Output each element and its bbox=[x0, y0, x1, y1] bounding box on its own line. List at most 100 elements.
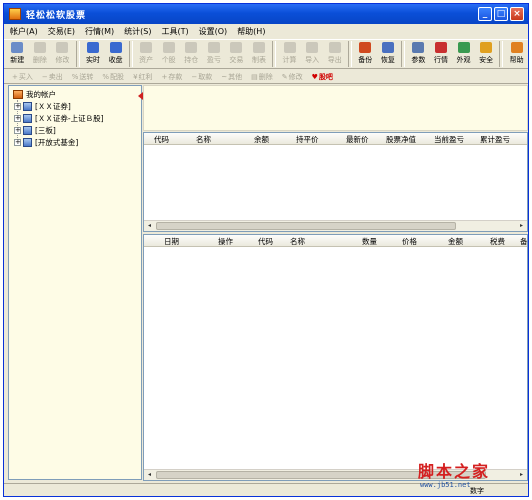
action-button-7[interactable]: ~其他 bbox=[221, 72, 242, 82]
action-button-1[interactable]: −卖出 bbox=[42, 72, 63, 82]
col-date[interactable]: 日期 bbox=[164, 236, 179, 247]
col-amount[interactable]: 金额 bbox=[448, 236, 463, 247]
toolbar-button-13[interactable]: 导出 bbox=[323, 40, 346, 68]
scroll-thumb[interactable] bbox=[156, 222, 456, 230]
tree-item-open-fund[interactable]: + [开放式基金] bbox=[14, 137, 78, 148]
toolbar-button-label: 制表 bbox=[252, 56, 266, 64]
scroll-right-icon[interactable]: ▸ bbox=[516, 221, 527, 231]
minimize-button[interactable]: _ bbox=[478, 7, 492, 21]
toolbar-button-15[interactable]: 恢复 bbox=[377, 40, 400, 68]
main-window: 轻松松软股票 _ □ × 帐户(A) 交易(E) 行情(M) 统计(S) 工具(… bbox=[3, 3, 529, 497]
holdings-hscrollbar[interactable]: ◂ ▸ bbox=[144, 220, 527, 231]
expand-icon[interactable]: + bbox=[14, 115, 21, 122]
toolbar-button-16[interactable]: 参数 bbox=[407, 40, 430, 68]
toolbar-button-10[interactable]: 制表 bbox=[248, 40, 271, 68]
trades-table[interactable]: 日期 操作 代码 名称 数量 价格 金额 税费 备 ◂ ▸ bbox=[143, 234, 528, 481]
col-operation[interactable]: 操作 bbox=[218, 236, 233, 247]
col-name[interactable]: 名称 bbox=[290, 236, 305, 247]
action-button-4[interactable]: ¥红利 bbox=[133, 72, 152, 82]
action-button-label: 配股 bbox=[110, 72, 125, 81]
col-name[interactable]: 名称 bbox=[196, 134, 211, 145]
tree-item-third-board[interactable]: + [三板] bbox=[14, 125, 56, 136]
toolbar-button-label: 收盘 bbox=[108, 56, 123, 64]
maximize-button[interactable]: □ bbox=[494, 7, 508, 21]
col-current-pl[interactable]: 当前盈亏 bbox=[434, 134, 464, 145]
col-price[interactable]: 价格 bbox=[402, 236, 417, 247]
action-button-9[interactable]: ✎修改 bbox=[282, 72, 303, 82]
action-glyph-icon: − bbox=[191, 72, 198, 81]
toolbar-button-5[interactable]: 资产 bbox=[135, 40, 158, 68]
col-latest-price[interactable]: 最新价 bbox=[346, 134, 369, 145]
col-note[interactable]: 备 bbox=[520, 236, 528, 247]
menu-account[interactable]: 帐户(A) bbox=[10, 26, 38, 37]
action-button-2[interactable]: %送转 bbox=[72, 72, 94, 82]
toolbar-button-9[interactable]: 交易 bbox=[225, 40, 248, 68]
toolbar-button-20[interactable]: 帮助 bbox=[505, 40, 528, 68]
menu-quotes[interactable]: 行情(M) bbox=[85, 26, 114, 37]
toolbar-button-1[interactable]: 删除 bbox=[29, 40, 52, 68]
toolbar-button-4[interactable]: 收盘 bbox=[104, 40, 127, 68]
toolbar-button-14[interactable]: 备份 bbox=[354, 40, 377, 68]
expand-icon[interactable]: + bbox=[14, 127, 21, 134]
menu-settings[interactable]: 设置(O) bbox=[199, 26, 228, 37]
toolbar-button-19[interactable]: 安全 bbox=[475, 40, 498, 68]
action-glyph-icon: + bbox=[12, 72, 18, 81]
action-button-6[interactable]: −取款 bbox=[191, 72, 212, 82]
title-bar[interactable]: 轻松松软股票 _ □ × bbox=[4, 4, 528, 24]
scroll-left-icon[interactable]: ◂ bbox=[144, 470, 155, 480]
toolbar-button-2[interactable]: 修改 bbox=[51, 40, 74, 68]
status-numlock: 数字 bbox=[470, 487, 484, 495]
action-glyph-icon: ~ bbox=[221, 72, 228, 81]
col-quantity[interactable]: 数量 bbox=[362, 236, 377, 247]
action-button-8[interactable]: ▤删除 bbox=[251, 72, 273, 82]
col-fees[interactable]: 税费 bbox=[490, 236, 505, 247]
toolbar-icon bbox=[185, 42, 198, 53]
toolbar-button-17[interactable]: 行情 bbox=[430, 40, 453, 68]
toolbar-button-11[interactable]: 计算 bbox=[278, 40, 301, 68]
tree-root[interactable]: 我的帐户 bbox=[13, 89, 56, 100]
toolbar-button-label: 帮助 bbox=[509, 56, 524, 64]
menu-trade[interactable]: 交易(E) bbox=[48, 26, 75, 37]
account-tree[interactable]: 我的帐户 + [ＸＸ证券] + [ＸＸ证券-上证Ｂ股] + [三板] + [开放… bbox=[8, 85, 142, 480]
toolbar-button-label: 计算 bbox=[282, 56, 297, 64]
col-cost-price[interactable]: 持平价 bbox=[296, 134, 319, 145]
tree-item-xx-securities-b[interactable]: + [ＸＸ证券-上证Ｂ股] bbox=[14, 113, 104, 124]
menu-help[interactable]: 帮助(H) bbox=[237, 26, 265, 37]
scroll-right-icon[interactable]: ▸ bbox=[516, 470, 527, 480]
action-button-label: 红利 bbox=[138, 72, 153, 81]
account-icon bbox=[23, 126, 32, 135]
col-code[interactable]: 代码 bbox=[258, 236, 273, 247]
col-code[interactable]: 代码 bbox=[154, 134, 169, 145]
scroll-left-icon[interactable]: ◂ bbox=[144, 221, 155, 231]
tree-item-label: [开放式基金] bbox=[35, 138, 79, 147]
toolbar-button-label: 恢复 bbox=[380, 56, 395, 64]
close-button[interactable]: × bbox=[510, 7, 524, 21]
action-button-10[interactable]: ♥股吧 bbox=[312, 72, 333, 82]
toolbar-button-6[interactable]: 个股 bbox=[157, 40, 180, 68]
menu-statistics[interactable]: 统计(S) bbox=[124, 26, 151, 37]
action-button-label: 送转 bbox=[79, 72, 94, 81]
expand-icon[interactable]: + bbox=[14, 139, 21, 146]
toolbar-button-12[interactable]: 导入 bbox=[301, 40, 324, 68]
toolbar-button-8[interactable]: 盈亏 bbox=[203, 40, 226, 68]
toolbar-icon bbox=[306, 42, 319, 53]
action-button-label: 其他 bbox=[228, 72, 243, 81]
col-balance[interactable]: 余额 bbox=[254, 134, 269, 145]
toolbar-button-label: 行情 bbox=[433, 56, 448, 64]
holdings-table[interactable]: 代码 名称 余额 持平价 最新价 股票净值 当前盈亏 累计盈亏 ◂ ▸ bbox=[143, 132, 528, 232]
toolbar-button-18[interactable]: 外观 bbox=[452, 40, 475, 68]
toolbar-icon bbox=[140, 42, 153, 53]
toolbar-button-0[interactable]: 新建 bbox=[6, 40, 29, 68]
action-button-label: 取款 bbox=[198, 72, 213, 81]
col-total-pl[interactable]: 累计盈亏 bbox=[480, 134, 510, 145]
toolbar-button-label: 备份 bbox=[358, 56, 373, 64]
expand-icon[interactable]: + bbox=[14, 103, 21, 110]
menu-tools[interactable]: 工具(T) bbox=[162, 26, 189, 37]
action-button-0[interactable]: +买入 bbox=[12, 72, 33, 82]
action-button-3[interactable]: %配股 bbox=[102, 72, 124, 82]
col-net-value[interactable]: 股票净值 bbox=[386, 134, 416, 145]
toolbar-button-7[interactable]: 持仓 bbox=[180, 40, 203, 68]
tree-item-xx-securities[interactable]: + [ＸＸ证券] bbox=[14, 101, 71, 112]
action-button-5[interactable]: +存款 bbox=[162, 72, 183, 82]
toolbar-button-3[interactable]: 实时 bbox=[82, 40, 105, 68]
